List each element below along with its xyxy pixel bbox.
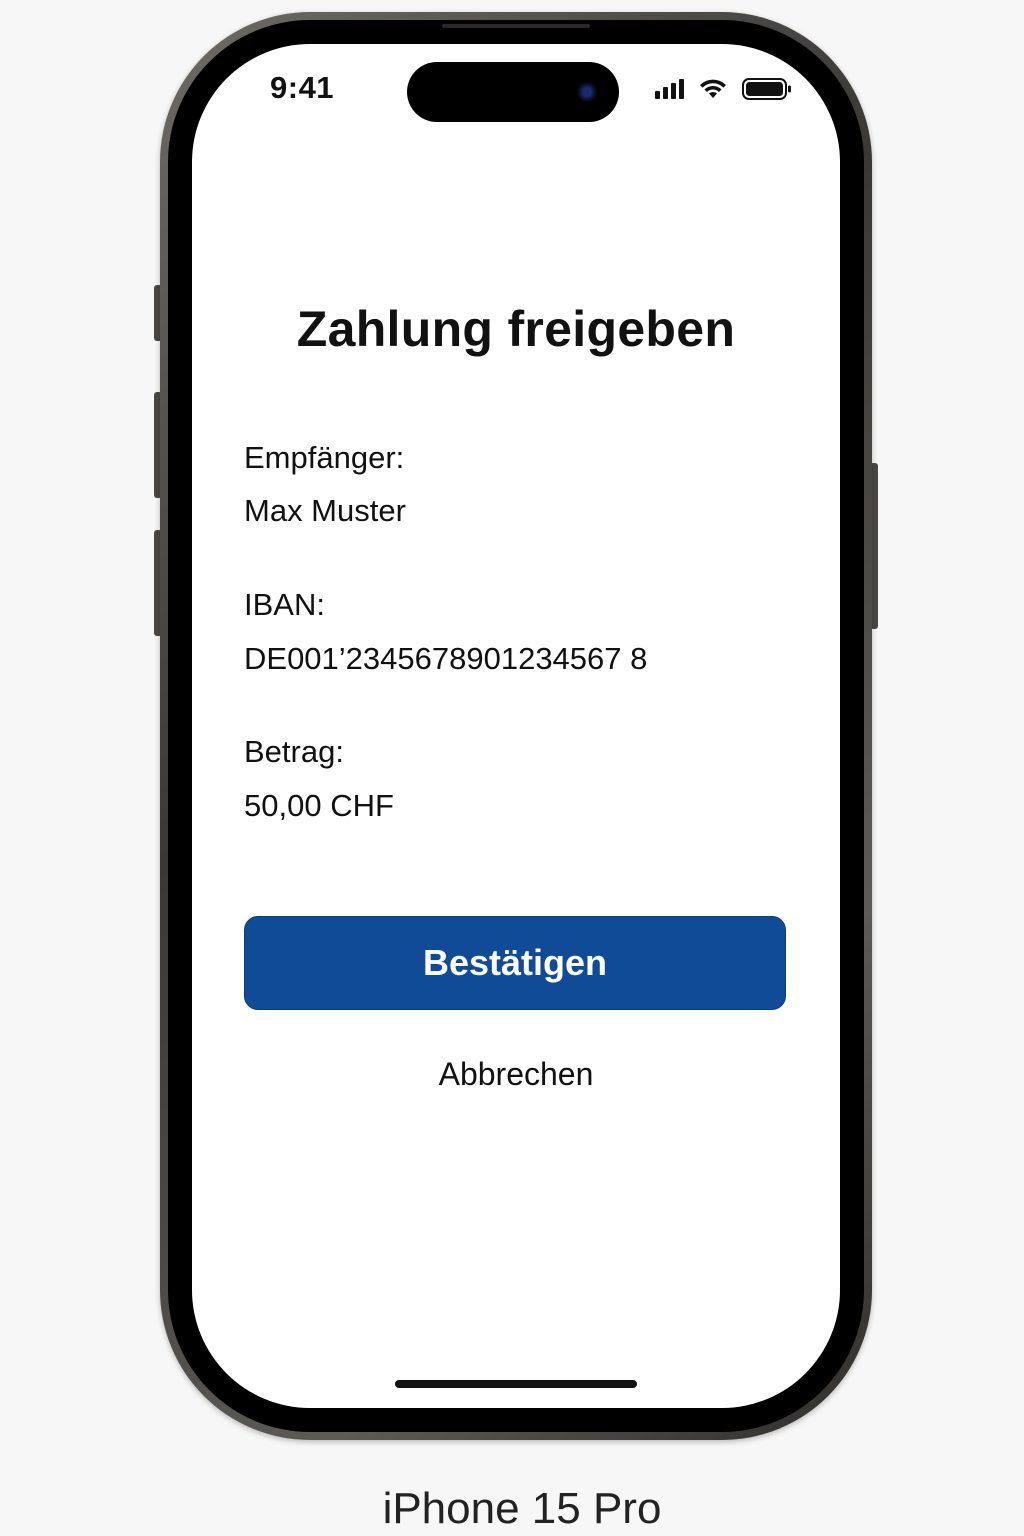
home-indicator[interactable] — [395, 1380, 637, 1388]
phone-screen: 9:41 Zahlung freigeben Empfänger: Max Mu… — [192, 44, 840, 1408]
dynamic-island — [407, 62, 619, 122]
wifi-icon — [698, 78, 728, 100]
status-time: 9:41 — [270, 70, 335, 105]
mockup-stage: 9:41 Zahlung freigeben Empfänger: Max Mu… — [0, 0, 1024, 1536]
page-title: Zahlung freigeben — [296, 301, 736, 357]
status-icons — [655, 78, 792, 100]
cancel-button[interactable]: Abbrechen — [192, 1056, 840, 1093]
camera-icon — [577, 82, 597, 102]
amount-value: 50,00 CHF — [244, 788, 394, 823]
iban-label: IBAN: — [244, 587, 325, 622]
confirm-button[interactable]: Bestätigen — [244, 916, 786, 1010]
signal-icon — [655, 79, 684, 99]
amount-label: Betrag: — [244, 734, 344, 769]
recipient-label: Empfänger: — [244, 440, 405, 475]
iban-value: DE001’2345678901234567 8 — [244, 641, 648, 676]
device-caption: iPhone 15 Pro — [382, 1484, 662, 1533]
recipient-value: Max Muster — [244, 493, 406, 528]
battery-icon — [742, 78, 792, 100]
speaker-slit — [442, 24, 590, 28]
